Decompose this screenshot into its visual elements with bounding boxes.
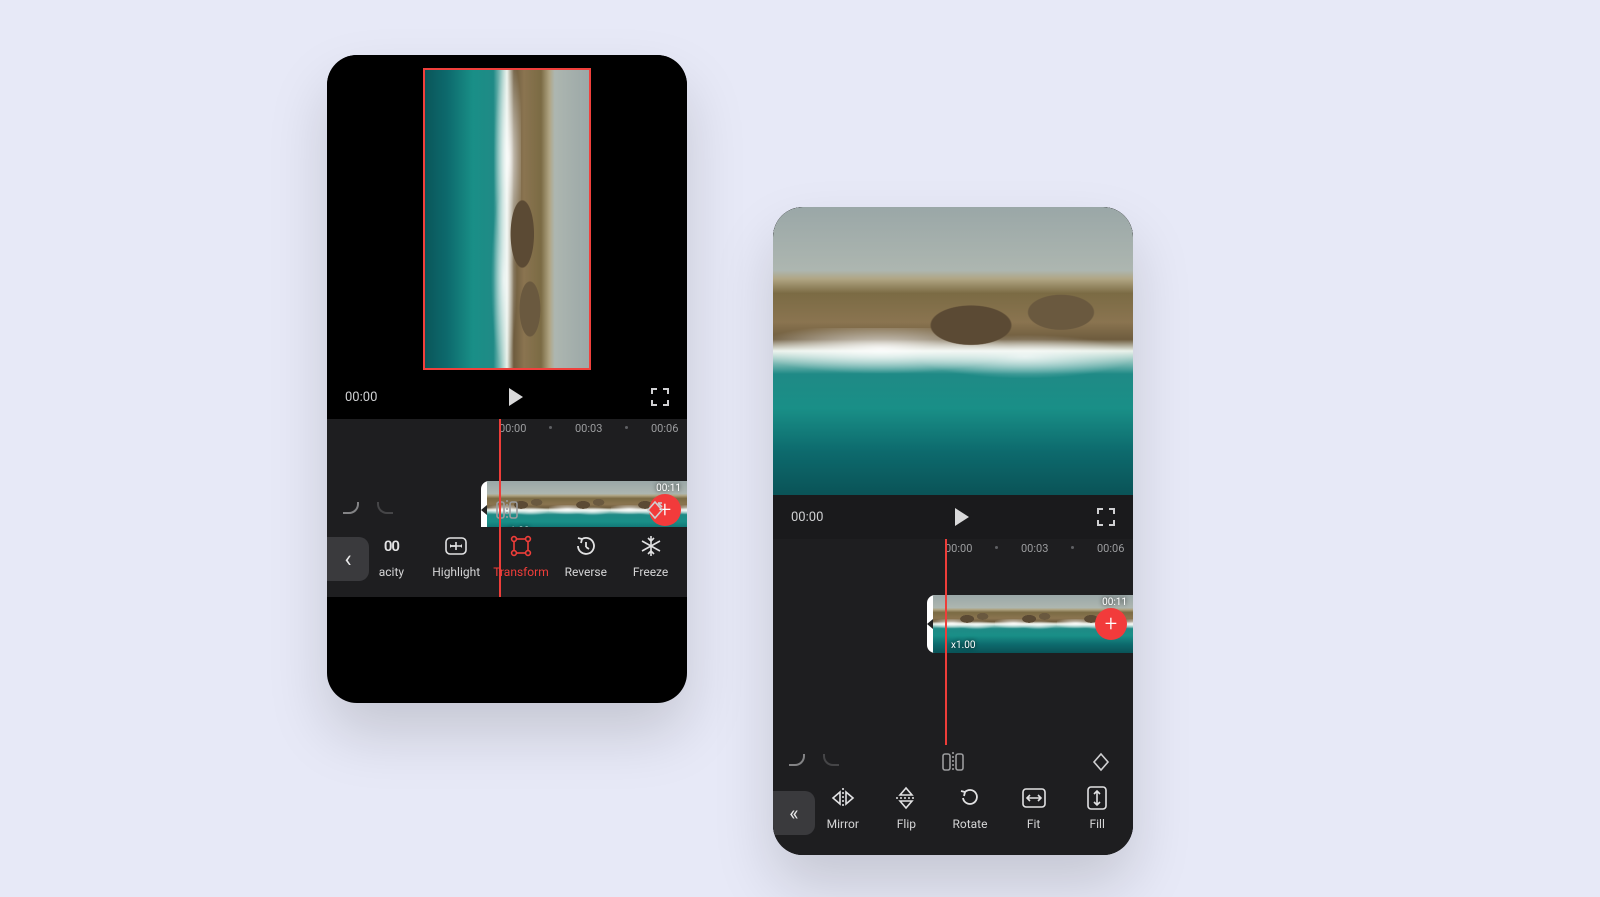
reverse-icon <box>573 533 599 559</box>
fit-icon <box>1021 785 1047 811</box>
current-time: 00:00 <box>791 510 823 525</box>
undo-button[interactable] <box>787 752 807 772</box>
current-time: 00:00 <box>345 390 377 405</box>
fullscreen-button[interactable] <box>1097 508 1115 526</box>
ruler-dot <box>995 546 998 549</box>
time-ruler: 00:00 00:03 00:06 <box>327 419 687 443</box>
toolbar-mirror[interactable]: Mirror <box>811 785 875 831</box>
mirror-icon <box>830 785 856 811</box>
keyframe-button[interactable] <box>1091 752 1111 772</box>
keyframe-button[interactable] <box>645 500 665 520</box>
ruler-tick: 00:03 <box>575 422 602 435</box>
ruler-dot <box>549 426 552 429</box>
highlight-icon <box>443 533 469 559</box>
toolbar-label: Fill <box>1089 817 1104 831</box>
toolbar-label: acity <box>379 565 404 579</box>
toolbar-flip[interactable]: Flip <box>875 785 939 831</box>
ruler-tick: 00:00 <box>945 542 972 555</box>
toolbar-freeze[interactable]: Freeze <box>618 533 683 579</box>
toolbar-reverse[interactable]: Reverse <box>553 533 618 579</box>
flip-icon <box>893 785 919 811</box>
clip-speed: x1.00 <box>951 640 975 651</box>
toolbar-label: Reverse <box>565 565 607 579</box>
phone-left: 00:00 00:00 00:03 00:06 00:11 x1.00 + <box>327 55 687 703</box>
toolbar-label: Mirror <box>827 817 859 831</box>
play-button[interactable] <box>955 508 969 526</box>
playhead[interactable] <box>945 539 947 745</box>
ruler-tick: 00:06 <box>1097 542 1124 555</box>
fill-icon <box>1084 785 1110 811</box>
playbar: 00:00 <box>327 375 687 419</box>
toolbar-fit[interactable]: Fit <box>1002 785 1066 831</box>
playbar: 00:00 <box>773 495 1133 539</box>
clip-duration: 00:11 <box>1102 597 1127 608</box>
toolbar-rotate[interactable]: Rotate <box>938 785 1002 831</box>
chevrons-left-icon: « <box>789 801 798 825</box>
add-clip-button[interactable]: + <box>1095 608 1127 640</box>
video-clip[interactable]: 00:11 x1.00 + <box>927 595 1133 653</box>
chevron-left-icon: ‹ <box>344 545 351 573</box>
video-frame-image <box>773 207 1133 495</box>
video-preview[interactable] <box>327 55 687 375</box>
play-button[interactable] <box>509 388 523 406</box>
toolbar-label: Highlight <box>432 565 480 579</box>
toolbar-label: Rotate <box>952 817 987 831</box>
timeline[interactable]: 00:00 00:03 00:06 00:11 x1.00 + <box>327 419 687 597</box>
toolbar-fill[interactable]: Fill <box>1065 785 1129 831</box>
ruler-tick: 00:06 <box>651 422 678 435</box>
video-frame-image <box>423 69 591 369</box>
toolbar-highlight[interactable]: Highlight <box>424 533 489 579</box>
timeline-quickbar <box>327 493 687 527</box>
back-button[interactable]: « <box>773 791 815 835</box>
timeline[interactable]: 00:00 00:03 00:06 00:11 x1.00 + <box>773 539 1133 855</box>
split-button[interactable] <box>942 752 964 772</box>
rotate-icon <box>957 785 983 811</box>
toolbar-label: Flip <box>897 817 916 831</box>
opacity-icon: 00 <box>378 533 404 559</box>
playhead[interactable] <box>499 419 501 597</box>
undo-button[interactable] <box>341 500 361 520</box>
transform-icon <box>508 533 534 559</box>
back-button[interactable]: ‹ <box>327 537 369 581</box>
freeze-icon <box>638 533 664 559</box>
toolbar: 00 acity Highlight Transform Reverse <box>327 527 687 597</box>
redo-button[interactable] <box>375 500 395 520</box>
crop-frame[interactable] <box>423 68 591 370</box>
ruler-tick: 00:03 <box>1021 542 1048 555</box>
toolbar-label: Freeze <box>633 565 668 579</box>
toolbar-label: Transform <box>493 565 549 579</box>
ruler-dot <box>1071 546 1074 549</box>
ruler-dot <box>625 426 628 429</box>
video-preview[interactable] <box>773 207 1133 495</box>
toolbar-label: Fit <box>1027 817 1040 831</box>
ruler-tick: 00:00 <box>499 422 526 435</box>
timeline-quickbar <box>773 745 1133 779</box>
phone-right: 00:00 00:00 00:03 00:06 00:11 x1.00 + <box>773 207 1133 855</box>
time-ruler: 00:00 00:03 00:06 <box>773 539 1133 563</box>
fullscreen-button[interactable] <box>651 388 669 406</box>
toolbar: Mirror Flip Rotate Fit <box>773 779 1133 855</box>
redo-button[interactable] <box>821 752 841 772</box>
